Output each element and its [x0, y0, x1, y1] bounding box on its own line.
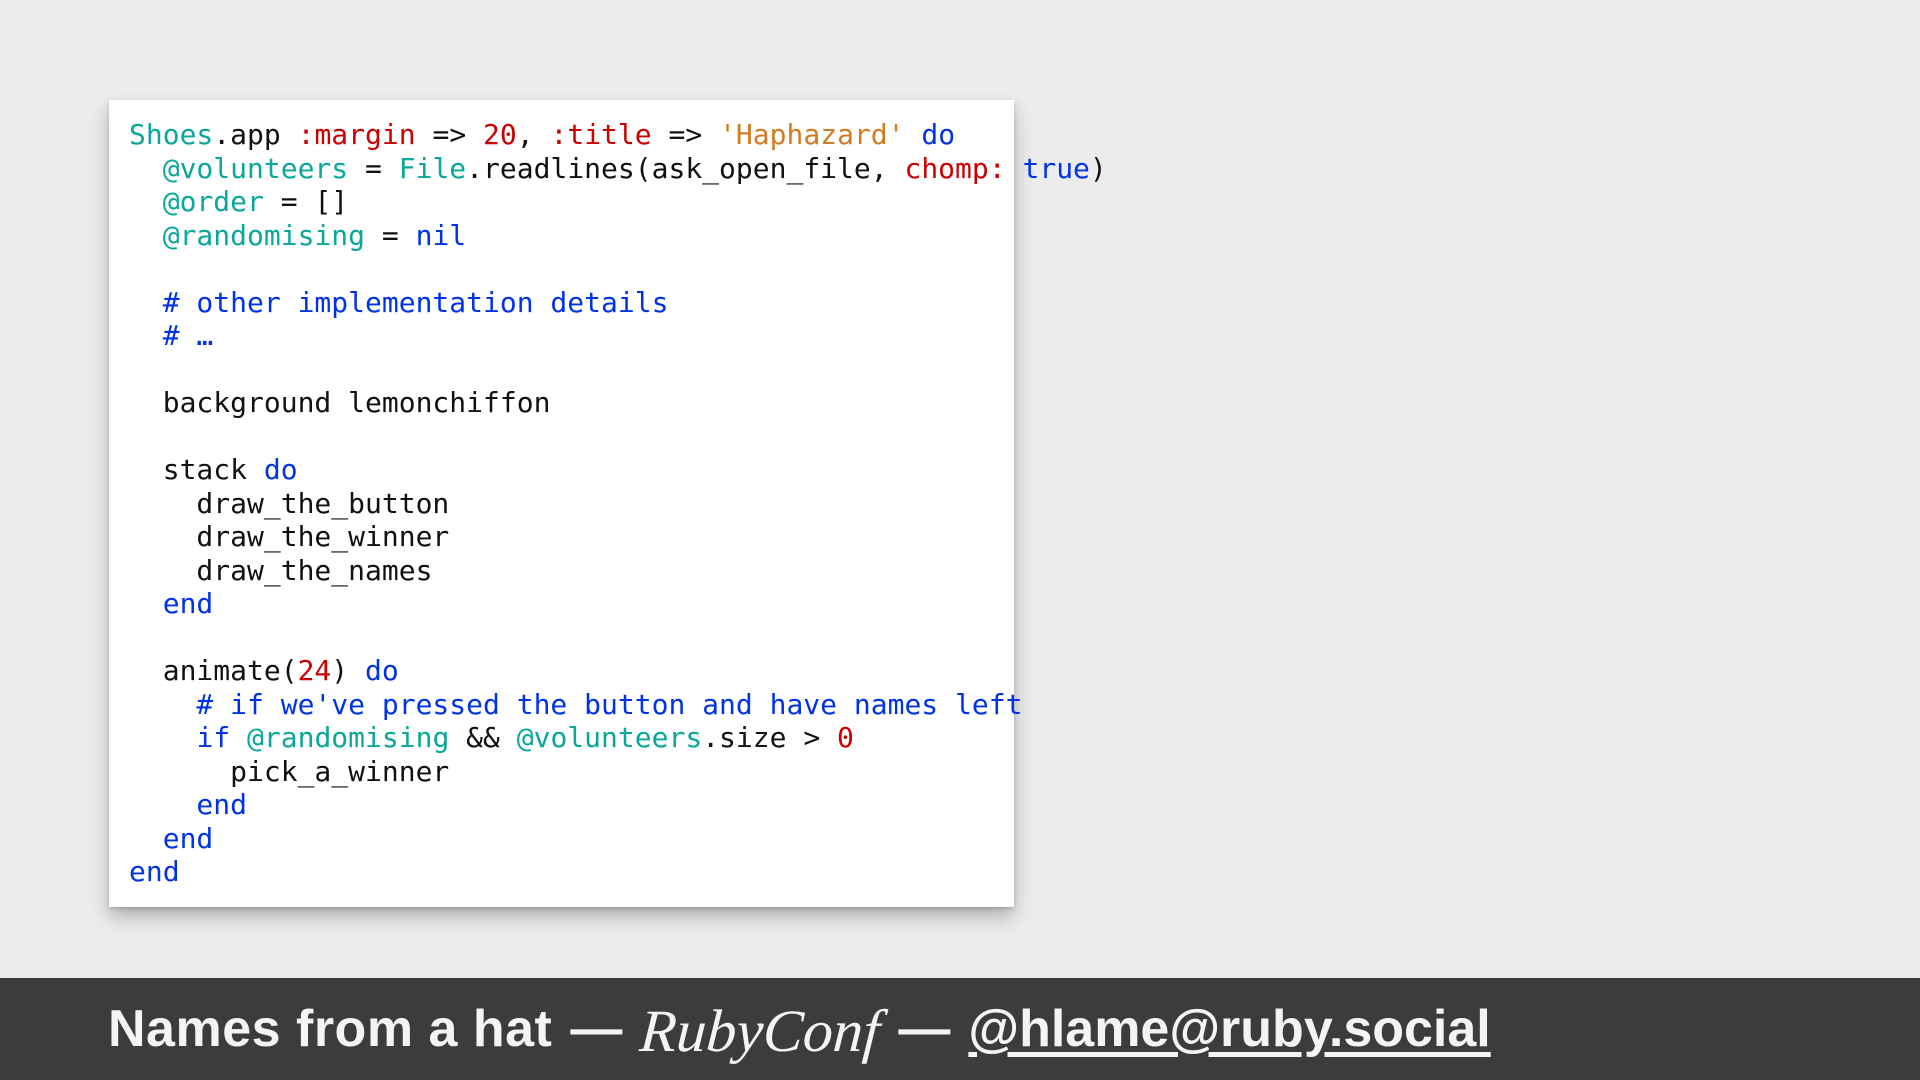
code-line: end — [129, 855, 180, 888]
code-token: Shoes — [129, 118, 213, 151]
code-token: @volunteers — [517, 721, 702, 754]
code-token: = — [365, 219, 416, 252]
footer-separator: — — [898, 999, 950, 1059]
code-token: do — [921, 118, 955, 151]
code-token: do — [264, 453, 298, 486]
code-block: Shoes.app :margin => 20, :title => 'Haph… — [129, 118, 996, 889]
footer-handle-link[interactable]: @hlame@ruby.social — [968, 999, 1490, 1059]
code-token — [129, 219, 163, 252]
code-token: = — [348, 152, 399, 185]
code-token: .app — [213, 118, 297, 151]
code-token: .readlines(ask_open_file, — [466, 152, 904, 185]
code-line: # other implementation details — [129, 286, 668, 319]
code-line — [129, 353, 146, 386]
code-token: 0 — [837, 721, 854, 754]
code-token: @randomising — [163, 219, 365, 252]
code-token: = [] — [264, 185, 348, 218]
code-line: pick_a_winner — [129, 755, 449, 788]
code-line — [129, 621, 146, 654]
code-token: ) — [331, 654, 365, 687]
footer-separator: — — [570, 999, 622, 1059]
code-token: 'Haphazard' — [719, 118, 904, 151]
code-token — [905, 118, 922, 151]
code-token: :title — [550, 118, 651, 151]
code-token: File — [399, 152, 466, 185]
code-line: end — [129, 822, 213, 855]
code-line: draw_the_winner — [129, 520, 449, 553]
code-card: Shoes.app :margin => 20, :title => 'Haph… — [109, 100, 1014, 907]
code-line: end — [129, 587, 213, 620]
code-token: , — [517, 118, 551, 151]
code-token: chomp: — [904, 152, 1005, 185]
code-line: # … — [129, 319, 213, 352]
footer-bar: Names from a hat — RubyConf — @hlame@rub… — [0, 978, 1920, 1080]
code-token: @order — [163, 185, 264, 218]
code-token: :margin — [298, 118, 416, 151]
code-token: 24 — [298, 654, 332, 687]
code-token: ) — [1090, 152, 1107, 185]
code-token: @randomising — [247, 721, 449, 754]
code-token — [129, 185, 163, 218]
code-token: animate( — [129, 654, 298, 687]
slide: Shoes.app :margin => 20, :title => 'Haph… — [0, 0, 1920, 1080]
code-line — [129, 252, 146, 285]
code-line: end — [129, 788, 247, 821]
code-token: do — [365, 654, 399, 687]
code-line: draw_the_button — [129, 487, 449, 520]
code-token — [129, 152, 163, 185]
footer-title: Names from a hat — [108, 999, 552, 1059]
code-line: # if we've pressed the button and have n… — [129, 688, 1022, 721]
code-line: background lemonchiffon — [129, 386, 550, 419]
code-token: @volunteers — [163, 152, 348, 185]
code-token: if — [196, 721, 230, 754]
rubyconf-logo: RubyConf — [638, 1001, 882, 1061]
code-token: true — [1022, 152, 1089, 185]
code-token: .size > — [702, 721, 837, 754]
code-line: draw_the_names — [129, 554, 432, 587]
code-token: => — [416, 118, 483, 151]
code-token — [129, 721, 196, 754]
code-line — [129, 420, 146, 453]
code-token: nil — [416, 219, 467, 252]
code-token: 20 — [483, 118, 517, 151]
code-token: => — [652, 118, 719, 151]
code-token — [1006, 152, 1023, 185]
code-token — [230, 721, 247, 754]
code-token: && — [449, 721, 516, 754]
code-token: stack — [129, 453, 264, 486]
